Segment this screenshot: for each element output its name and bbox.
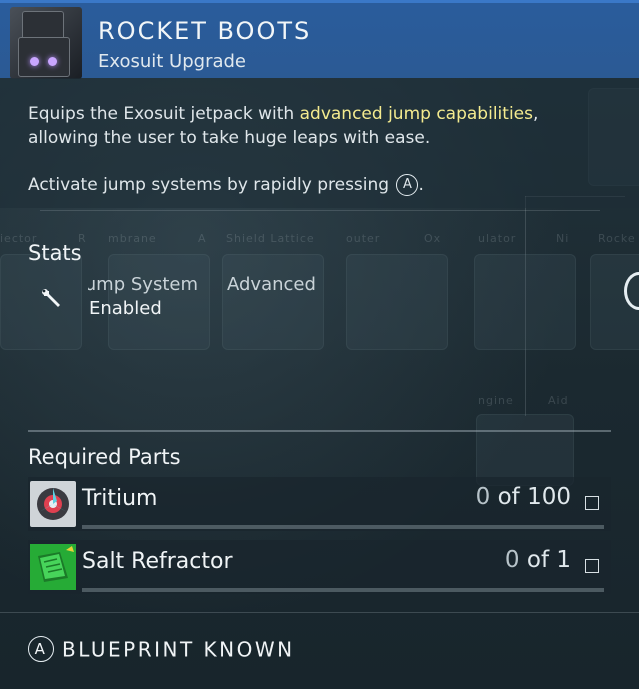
item-title: ROCKET BOOTS xyxy=(98,17,312,45)
stats-heading: Stats xyxy=(28,241,82,265)
bg-label: Ni xyxy=(556,232,570,245)
a-button-icon: A xyxy=(28,636,54,662)
bg-label: ulator xyxy=(478,232,517,245)
tech-slot xyxy=(346,254,448,350)
part-checkbox xyxy=(585,496,599,510)
stat-name: Jump System xyxy=(88,274,198,295)
item-subtitle: Exosuit Upgrade xyxy=(98,51,247,72)
tech-slot xyxy=(474,254,576,350)
bg-label: Ox xyxy=(424,232,442,245)
stat-value: Enabled xyxy=(89,298,162,319)
bg-label: ngine xyxy=(478,394,514,407)
activate-hint: Activate jump systems by rapidly pressin… xyxy=(28,174,424,196)
part-name: Tritium xyxy=(82,486,158,511)
part-progress-bar xyxy=(82,525,604,529)
bg-label: outer xyxy=(346,232,381,245)
item-description: Equips the Exosuit jetpack with advanced… xyxy=(28,104,539,148)
bg-label: Rocke xyxy=(598,232,636,245)
required-part-row[interactable]: Salt Refractor 0 of 1 xyxy=(28,540,611,594)
part-name: Salt Refractor xyxy=(82,549,233,574)
bg-label: A xyxy=(198,232,207,245)
part-checkbox xyxy=(585,559,599,573)
stat-name: Advanced xyxy=(227,274,315,295)
bg-label: mbrane xyxy=(108,232,157,245)
part-progress-bar xyxy=(82,588,604,592)
highlight-text: advanced jump capabilities xyxy=(299,104,533,124)
divider xyxy=(28,430,611,432)
tree-line xyxy=(40,210,600,211)
bg-label: Aid xyxy=(548,394,569,407)
rocket-boots-icon xyxy=(10,7,82,79)
part-count: 0 of 1 xyxy=(504,547,571,573)
part-count: 0 of 100 xyxy=(475,484,571,510)
tech-slot xyxy=(476,414,574,486)
bg-label: Shield Lattice xyxy=(226,232,315,245)
divider xyxy=(0,612,639,613)
item-header: ROCKET BOOTS Exosuit Upgrade xyxy=(0,0,639,79)
required-part-row[interactable]: Tritium 0 of 100 xyxy=(28,477,611,531)
tech-slot xyxy=(222,254,324,350)
salt-refractor-icon xyxy=(30,544,76,590)
blueprint-status[interactable]: A BLUEPRINT KNOWN xyxy=(28,636,295,666)
wrench-icon xyxy=(42,289,60,307)
tritium-icon xyxy=(30,481,76,527)
a-button-icon: A xyxy=(396,174,419,196)
required-parts-heading: Required Parts xyxy=(28,445,181,469)
